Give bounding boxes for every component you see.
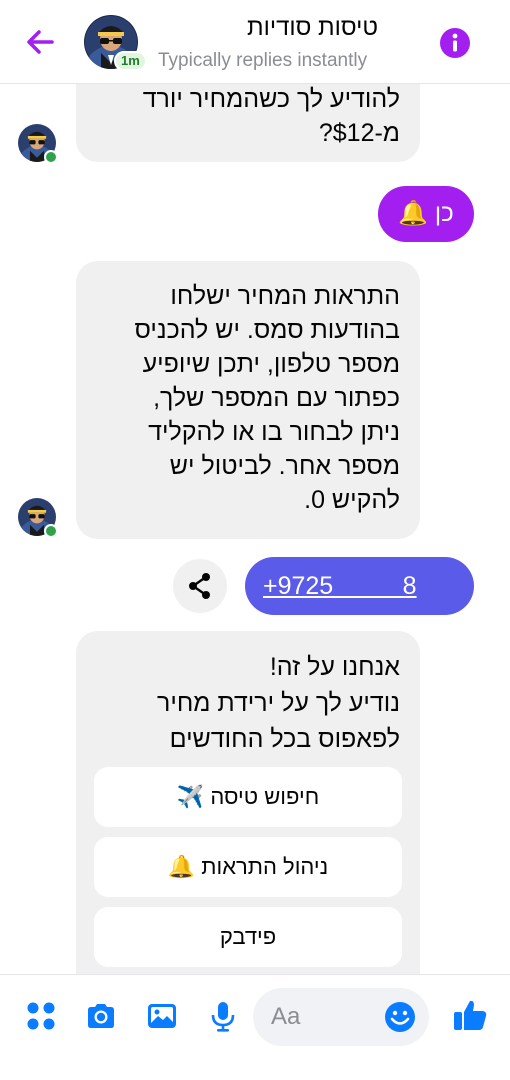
sent-phone-message[interactable]: +9725 8 xyxy=(245,557,474,615)
manage-alerts-button[interactable]: ניהול התראות 🔔 xyxy=(94,837,402,897)
microphone-icon[interactable] xyxy=(206,999,240,1033)
sent-message[interactable]: כן 🔔 xyxy=(378,186,474,242)
info-icon[interactable] xyxy=(438,26,472,60)
online-status-dot xyxy=(44,524,58,538)
composer-bar xyxy=(0,974,510,1080)
contact-avatar[interactable]: 1m xyxy=(84,15,147,71)
camera-icon[interactable] xyxy=(84,999,118,1033)
bot-card: אנחנו על זה! נודיע לך על ירידת מחיר לפאפ… xyxy=(76,631,420,974)
feedback-button[interactable]: פידבק xyxy=(94,907,402,967)
phone-number-link[interactable]: +9725 8 xyxy=(263,557,456,615)
apps-icon[interactable] xyxy=(24,999,58,1033)
sender-avatar[interactable] xyxy=(18,498,58,538)
card-message-text: אנחנו על זה! נודיע לך על ירידת מחיר לפאפ… xyxy=(156,653,400,753)
message-list[interactable]: להודיע לך כשהמחיר יורד מ-$12? כן 🔔 התראו… xyxy=(0,84,510,974)
online-status-dot xyxy=(44,150,58,164)
thumbs-up-icon[interactable] xyxy=(452,997,488,1033)
emoji-icon[interactable] xyxy=(383,1000,417,1034)
chat-subtitle: Typically replies instantly xyxy=(158,50,368,71)
received-message[interactable]: התראות המחיר ישלחו בהודעות סמס. יש להכני… xyxy=(76,261,420,539)
received-message[interactable]: להודיע לך כשהמחיר יורד מ-$12? xyxy=(76,84,420,162)
back-arrow-icon[interactable] xyxy=(22,24,58,60)
share-icon[interactable] xyxy=(173,559,227,613)
message-composer[interactable] xyxy=(253,988,429,1046)
chat-header: 1m טיסות סודיות Typically replies instan… xyxy=(0,0,510,84)
search-flight-button[interactable]: חיפוש טיסה ✈️ xyxy=(94,767,402,827)
gallery-icon[interactable] xyxy=(145,999,179,1033)
active-time-badge: 1m xyxy=(114,51,147,71)
sender-avatar[interactable] xyxy=(18,124,58,164)
message-input[interactable] xyxy=(271,1000,371,1034)
chat-title[interactable]: טיסות סודיות xyxy=(247,14,378,42)
